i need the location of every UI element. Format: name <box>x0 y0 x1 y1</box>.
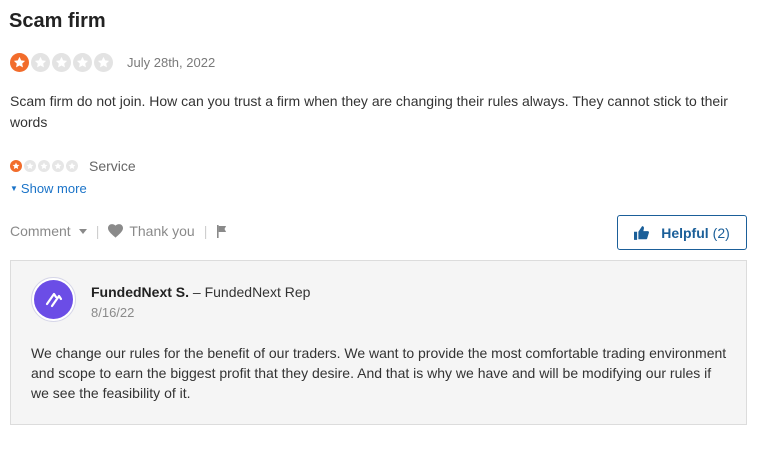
caret-down-icon: ▼ <box>10 184 18 193</box>
star-icon <box>10 160 22 172</box>
star-icon <box>38 160 50 172</box>
star-icon <box>10 53 29 72</box>
divider: | <box>95 223 100 239</box>
review-title: Scam firm <box>9 10 106 32</box>
service-star-rating <box>10 160 80 172</box>
star-icon <box>52 160 64 172</box>
thank-you-button[interactable]: Thank you <box>108 223 195 239</box>
comment-label: Comment <box>10 223 71 239</box>
show-more-link[interactable]: ▼ Show more <box>10 181 87 196</box>
reply-author-name: FundedNext S. <box>91 284 190 300</box>
reply-author: FundedNext S. – FundedNext Rep <box>91 284 310 300</box>
star-icon <box>94 53 113 72</box>
helpful-label: Helpful <box>661 224 709 241</box>
star-icon <box>24 160 36 172</box>
thumbs-up-icon <box>634 225 650 240</box>
flag-icon[interactable] <box>216 224 228 238</box>
review-rating: July 28th, 2022 <box>10 53 215 72</box>
reply-author-role: – FundedNext Rep <box>192 284 311 300</box>
helpful-button[interactable]: Helpful (2) <box>617 215 747 250</box>
chevron-down-icon <box>78 228 87 234</box>
heart-icon <box>108 224 124 238</box>
review-actions: Comment | Thank you | <box>10 223 228 239</box>
review-date: July 28th, 2022 <box>127 55 216 70</box>
reply-date: 8/16/22 <box>91 305 135 320</box>
show-more-label: Show more <box>20 181 87 196</box>
avatar <box>31 277 76 322</box>
review-text: Scam firm do not join. How can you trust… <box>10 93 728 130</box>
star-icon <box>73 53 92 72</box>
star-icon <box>66 160 78 172</box>
company-logo-icon <box>34 280 73 319</box>
star-rating <box>10 53 115 72</box>
divider: | <box>203 223 208 239</box>
star-icon <box>31 53 50 72</box>
company-reply: FundedNext S. – FundedNext Rep 8/16/22 W… <box>10 260 747 425</box>
comment-button[interactable]: Comment <box>10 223 87 239</box>
star-icon <box>52 53 71 72</box>
reply-text: We change our rules for the benefit of o… <box>31 345 727 401</box>
helpful-count: (2) <box>712 224 730 241</box>
sub-rating-label: Service <box>89 158 136 174</box>
sub-rating-row: Service <box>10 158 136 174</box>
thank-you-label: Thank you <box>129 223 195 239</box>
